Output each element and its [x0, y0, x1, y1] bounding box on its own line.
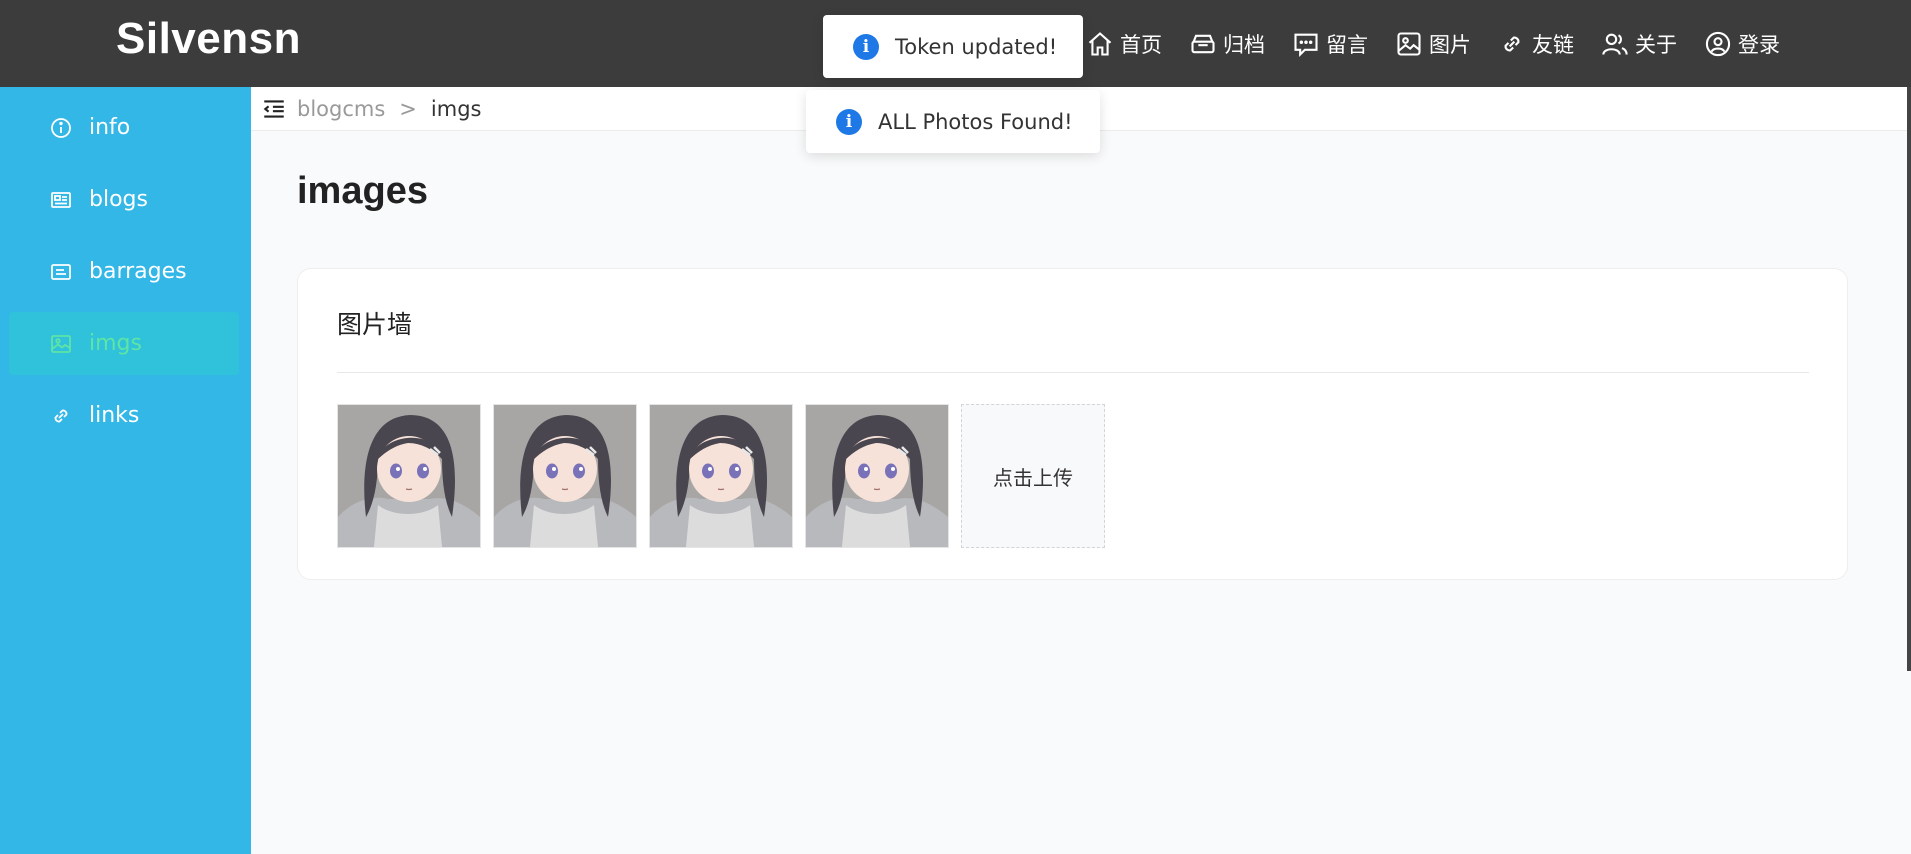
toast-token-updated: i Token updated! — [823, 15, 1083, 78]
sidebar-item-links[interactable]: links — [9, 384, 239, 447]
users-icon — [1602, 33, 1628, 55]
link-icon — [54, 409, 68, 422]
nav-label: 关于 — [1635, 33, 1677, 57]
info-icon: i — [853, 33, 879, 60]
nav-item-message[interactable]: 留言 — [1292, 29, 1368, 59]
archive-icon — [1191, 34, 1215, 54]
photo-thumbnail[interactable] — [337, 404, 481, 548]
image-icon — [1397, 32, 1421, 56]
anime-girl-image — [806, 405, 948, 547]
sidebar-item-label: blogs — [89, 187, 148, 212]
sidebar-item-label: info — [89, 115, 131, 140]
photo-thumbnail[interactable] — [649, 404, 793, 548]
sidebar-item-barrages[interactable]: barrages — [9, 240, 239, 303]
photo-thumbnail[interactable] — [805, 404, 949, 548]
sidebar-item-blogs[interactable]: blogs — [9, 168, 239, 231]
link-icon — [1504, 36, 1520, 52]
nav-label: 友链 — [1532, 33, 1574, 57]
breadcrumb-current: imgs — [430, 96, 482, 121]
anime-girl-image — [338, 405, 480, 547]
nav-label: 登录 — [1738, 33, 1780, 57]
nav-item-archive[interactable]: 归档 — [1189, 29, 1265, 59]
sidebar-item-imgs[interactable]: imgs — [9, 312, 239, 375]
nav-item-about[interactable]: 关于 — [1601, 29, 1677, 59]
nav-label: 首页 — [1120, 33, 1162, 57]
sidebar-item-info[interactable]: info — [9, 96, 239, 159]
toast-photos-found: i ALL Photos Found! — [806, 90, 1100, 153]
scrollbar[interactable] — [1907, 87, 1911, 671]
barrage-icon — [51, 263, 71, 280]
photo-thumbnail[interactable] — [493, 404, 637, 548]
upload-label: 点击上传 — [993, 465, 1073, 490]
message-icon — [1294, 33, 1318, 58]
info-icon: i — [836, 108, 862, 135]
nav-item-images[interactable]: 图片 — [1395, 29, 1471, 59]
toast-text: Token updated! — [895, 34, 1058, 59]
card-title: 图片墙 — [337, 310, 413, 339]
photo-wall-card: 图片墙 点击上传 — [297, 268, 1848, 580]
image-icon — [51, 334, 71, 353]
sidebar-item-label: imgs — [89, 331, 142, 356]
sidebar-item-label: barrages — [89, 259, 187, 284]
top-nav: 首页 归档 留言 图片 友链 关于 登录 — [1086, 24, 1807, 64]
breadcrumb-separator: > — [399, 96, 417, 121]
nav-label: 归档 — [1223, 33, 1265, 57]
site-logo[interactable]: Silvensn — [116, 14, 301, 64]
photo-list: 点击上传 — [337, 404, 1105, 548]
nav-item-home[interactable]: 首页 — [1086, 29, 1162, 59]
info-icon — [51, 117, 71, 138]
nav-item-login[interactable]: 登录 — [1704, 29, 1780, 59]
nav-label: 图片 — [1429, 33, 1471, 57]
divider — [337, 372, 1809, 373]
page-title: images — [297, 170, 428, 212]
nav-item-links[interactable]: 友链 — [1498, 29, 1574, 59]
sidebar-item-label: links — [89, 403, 140, 428]
upload-button[interactable]: 点击上传 — [961, 404, 1105, 548]
newspaper-icon — [51, 191, 71, 208]
collapse-menu-icon[interactable] — [261, 96, 287, 122]
anime-girl-image — [494, 405, 636, 547]
nav-label: 留言 — [1326, 33, 1368, 57]
anime-girl-image — [650, 405, 792, 547]
breadcrumb-parent[interactable]: blogcms — [297, 97, 385, 121]
toast-text: ALL Photos Found! — [878, 109, 1073, 134]
sidebar: info blogs barrages imgs links — [0, 87, 251, 854]
home-icon — [1088, 32, 1112, 56]
user-circle-icon — [1705, 31, 1731, 57]
